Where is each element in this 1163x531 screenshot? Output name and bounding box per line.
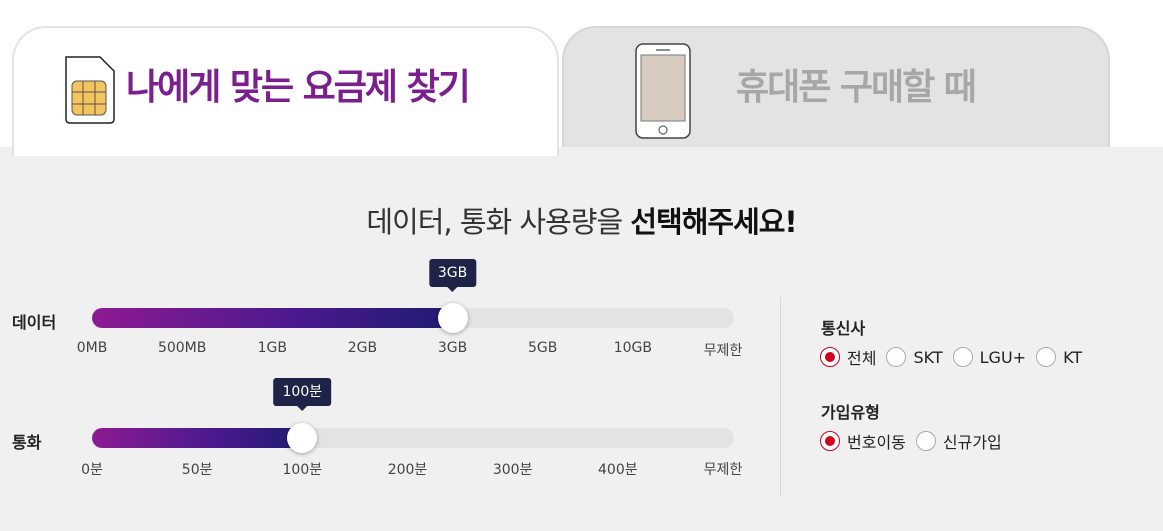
radio-unchecked-icon (1036, 347, 1057, 367)
call-slider-fill (92, 428, 309, 448)
tab-find-plan[interactable]: 나에게 맞는 요금제 찾기 (12, 26, 559, 156)
tab-label-phone-purchase: 휴대폰 구매할 때 (736, 67, 977, 108)
data-slider-track[interactable] (92, 308, 734, 328)
headline-normal: 데이터, 통화 사용량을 (366, 205, 623, 239)
carrier-option-kt[interactable]: KT (1036, 347, 1082, 367)
carrier-option-all[interactable]: 전체 (820, 345, 876, 369)
data-tick-label[interactable]: 5GB (528, 340, 557, 356)
data-tick-label[interactable]: 1GB (258, 340, 287, 356)
data-tick-label[interactable]: 10GB (614, 340, 652, 356)
phone-icon (635, 43, 691, 139)
join-type-title: 가입유형 (821, 403, 880, 422)
call-value-tooltip: 100분 (273, 378, 332, 411)
section-divider (780, 297, 781, 497)
tab-label-find-plan: 나에게 맞는 요금제 찾기 (126, 67, 471, 108)
carrier-options: 전체 SKT LGU+ KT (820, 345, 1092, 369)
radio-checked-icon (820, 431, 840, 451)
page-title: 데이터, 통화 사용량을 선택해주세요! (0, 199, 1163, 241)
call-slider-thumb[interactable] (287, 423, 318, 453)
carrier-title: 통신사 (821, 319, 866, 338)
join-type-options: 번호이동 신규가입 (820, 429, 1012, 453)
join-type-option-new[interactable]: 신규가입 (915, 429, 1002, 453)
call-tick-label[interactable]: 300분 (493, 459, 533, 479)
carrier-option-label: SKT (913, 347, 943, 367)
join-type-option-port[interactable]: 번호이동 (820, 429, 906, 453)
data-slider-fill (92, 308, 459, 328)
join-type-option-label: 신규가입 (942, 433, 1002, 452)
data-slider-thumb[interactable] (437, 303, 468, 333)
data-tick-label[interactable]: 2GB (348, 340, 377, 356)
radio-checked-icon (820, 347, 840, 367)
call-tick-label[interactable]: 100분 (283, 459, 323, 479)
call-tick-label[interactable]: 400분 (598, 459, 638, 479)
data-tick-label[interactable]: 500MB (158, 340, 206, 356)
carrier-option-skt[interactable]: SKT (886, 347, 943, 367)
data-value-tooltip: 3GB (428, 259, 477, 292)
radio-unchecked-icon (915, 431, 936, 451)
data-tick-label[interactable]: 0MB (77, 340, 108, 356)
call-tick-label[interactable]: 무제한 (704, 459, 743, 479)
call-slider-track[interactable] (92, 428, 734, 448)
call-tick-label[interactable]: 0분 (81, 459, 103, 479)
carrier-option-label: 전체 (847, 349, 877, 368)
call-tick-label[interactable]: 50분 (182, 459, 213, 479)
data-slider-label: 데이터 (12, 313, 57, 332)
data-tick-label[interactable]: 무제한 (704, 340, 743, 360)
tab-phone-purchase[interactable]: 휴대폰 구매할 때 (562, 26, 1110, 156)
carrier-option-label: KT (1063, 347, 1083, 367)
radio-unchecked-icon (952, 347, 973, 367)
headline-bold: 선택해주세요! (630, 205, 797, 239)
radio-unchecked-icon (886, 347, 907, 367)
carrier-option-lgu[interactable]: LGU+ (952, 347, 1027, 367)
call-slider-label: 통화 (12, 433, 42, 452)
call-tick-label[interactable]: 200분 (388, 459, 428, 479)
sim-card-icon (65, 56, 115, 124)
data-tick-label[interactable]: 3GB (438, 340, 467, 356)
plan-finder-panel: 데이터, 통화 사용량을 선택해주세요! 데이터 3GB 0MB 500MB 1GB… (0, 147, 1163, 531)
carrier-option-label: LGU+ (979, 347, 1027, 367)
join-type-option-label: 번호이동 (847, 433, 906, 452)
